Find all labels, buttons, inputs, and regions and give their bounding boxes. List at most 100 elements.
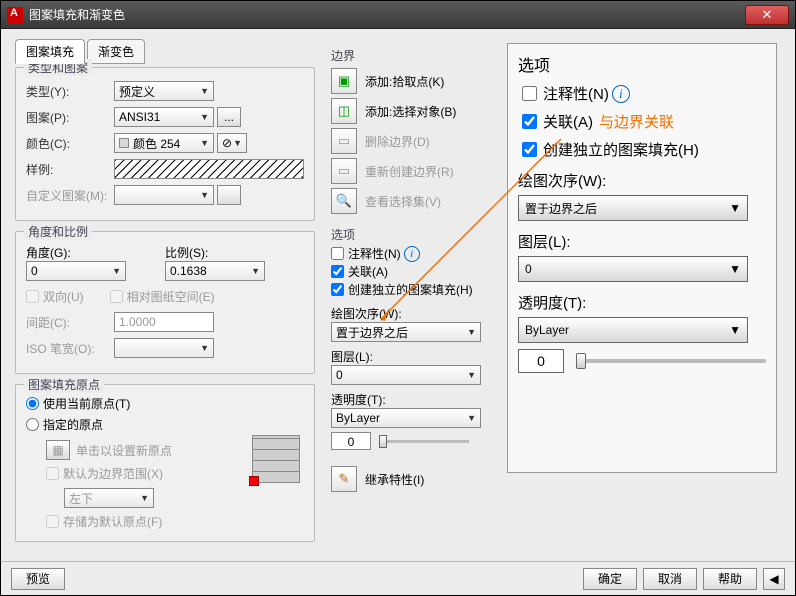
pick-point-icon: ▣ (331, 68, 357, 94)
magnifier-icon: 🔍 (331, 188, 357, 214)
check-double: 双向(U) (26, 288, 84, 305)
info-icon: i (612, 85, 630, 103)
label-angle: 角度(G): (26, 244, 165, 261)
label-draworder-sm: 绘图次序(W): (331, 305, 501, 322)
group-angle-scale: 角度和比例 角度(G): 0▼ 比例(S): 0.1638▼ 双向(U) 相对图… (15, 231, 315, 374)
big-check-separate[interactable]: 创建独立的图案填充(H) (518, 139, 766, 160)
check-separate-sm[interactable]: 创建独立的图案填充(H) (331, 281, 473, 298)
nocolor-icon: ⊘ (222, 136, 232, 150)
check-store-default: 存储为默认原点(F) (46, 513, 162, 530)
chevron-down-icon: ▼ (251, 266, 260, 276)
select-pattern[interactable]: ANSI31▼ (114, 107, 214, 127)
big-check-annotative[interactable]: 注释性(N)i (518, 83, 766, 104)
select-color[interactable]: 颜色 254▼ (114, 133, 214, 153)
btn-add-pick[interactable]: ▣添加:拾取点(K) (331, 68, 501, 94)
big-label-transparency: 透明度(T): (518, 292, 766, 313)
chevron-down-icon: ▼ (200, 112, 209, 122)
close-button[interactable]: ✕ (745, 5, 789, 25)
input-spacing: 1.0000 (114, 312, 214, 332)
select-angle[interactable]: 0▼ (26, 261, 126, 281)
app-icon (7, 7, 23, 23)
radio-use-current[interactable]: 使用当前原点(T) (26, 395, 130, 412)
chevron-down-icon: ▼ (467, 413, 476, 423)
big-check-associative[interactable]: 关联(A)与边界关联 (518, 111, 766, 132)
options-callout-panel: 选项 注释性(N)i 关联(A)与边界关联 创建独立的图案填充(H) 绘图次序(… (507, 43, 777, 473)
label-click-set: 单击以设置新原点 (76, 442, 172, 459)
preview-button[interactable]: 预览 (11, 568, 65, 590)
pattern-sample[interactable] (114, 159, 304, 179)
client-area: 图案填充 渐变色 类型和图案 类型(Y): 预定义▼ 图案(P): ANSI31… (1, 29, 795, 595)
bottom-bar: 预览 确定 取消 帮助 ◀ (1, 561, 795, 595)
big-select-draworder[interactable]: 置于边界之后▼ (518, 195, 748, 221)
select-custom-pattern: ▼ (114, 185, 214, 205)
select-scale[interactable]: 0.1638▼ (165, 261, 265, 281)
chevron-down-icon: ▼ (467, 370, 476, 380)
select-isowidth: ▼ (114, 338, 214, 358)
tab-hatch[interactable]: 图案填充 (15, 39, 85, 64)
info-icon: i (404, 246, 420, 262)
big-slider-transparency[interactable]: 0 (518, 349, 766, 373)
big-label-draworder: 绘图次序(W): (518, 170, 766, 191)
chevron-down-icon: ▼ (729, 262, 741, 276)
middle-column: 边界 ▣添加:拾取点(K) ◫添加:选择对象(B) ▭删除边界(D) ▭重新创建… (331, 43, 501, 555)
cancel-button[interactable]: 取消 (643, 568, 697, 590)
legend-options-small: 选项 (331, 226, 501, 243)
chevron-down-icon: ▼ (200, 86, 209, 96)
radio-specified[interactable]: 指定的原点 (26, 416, 103, 433)
select-origin-pos: 左下▼ (64, 488, 154, 508)
select-layer-sm[interactable]: 0▼ (331, 365, 481, 385)
color-swatch-icon (119, 138, 129, 148)
btn-view-selection: 🔍查看选择集(V) (331, 188, 501, 214)
origin-preview (252, 435, 300, 483)
btn-add-select[interactable]: ◫添加:选择对象(B) (331, 98, 501, 124)
chevron-down-icon: ▼ (140, 493, 149, 503)
check-default-bound: 默认为边界范围(X) (46, 465, 163, 482)
tab-gradient[interactable]: 渐变色 (87, 39, 145, 64)
select-type[interactable]: 预定义▼ (114, 81, 214, 101)
custom-pattern-browse (217, 185, 241, 205)
label-type: 类型(Y): (26, 83, 114, 100)
chevron-down-icon: ▼ (200, 190, 209, 200)
ok-button[interactable]: 确定 (583, 568, 637, 590)
chevron-down-icon: ▼ (200, 138, 209, 148)
big-label-layer: 图层(L): (518, 231, 766, 252)
label-custom-pattern: 自定义图案(M): (26, 187, 114, 204)
legend-origin: 图案填充原点 (24, 376, 104, 393)
label-transparency-sm: 透明度(T): (331, 391, 501, 408)
big-select-layer[interactable]: 0▼ (518, 256, 748, 282)
pattern-browse-button[interactable]: ... (217, 107, 241, 127)
select-obj-icon: ◫ (331, 98, 357, 124)
window-title: 图案填充和渐变色 (29, 6, 745, 23)
titlebar: 图案填充和渐变色 ✕ (1, 1, 795, 29)
select-draworder-sm[interactable]: 置于边界之后▼ (331, 322, 481, 342)
label-scale: 比例(S): (165, 244, 304, 261)
btn-recreate-boundary: ▭重新创建边界(R) (331, 158, 501, 184)
group-origin: 图案填充原点 使用当前原点(T) 指定的原点 ▦单击以设置新原点 默认为边界范围… (15, 384, 315, 542)
legend-angle-scale: 角度和比例 (24, 223, 92, 240)
check-annotative-sm[interactable]: 注释性(N)i (331, 245, 420, 262)
label-isowidth: ISO 笔宽(O): (26, 340, 114, 357)
slider-transparency-sm[interactable]: 0 (331, 432, 501, 450)
check-associative-sm[interactable]: 关联(A) (331, 263, 388, 280)
legend-boundary: 边界 (331, 47, 501, 64)
pick-origin-icon: ▦ (46, 440, 70, 460)
select-bgcolor[interactable]: ⊘▼ (217, 133, 247, 153)
expand-button[interactable]: ◀ (763, 568, 785, 590)
big-options-title: 选项 (518, 52, 766, 76)
chevron-down-icon: ▼ (729, 323, 741, 337)
select-transparency-sm[interactable]: ByLayer▼ (331, 408, 481, 428)
inherit-icon: ✎ (331, 466, 357, 492)
group-type-pattern: 类型和图案 类型(Y): 预定义▼ 图案(P): ANSI31▼ ... 颜色(… (15, 67, 315, 221)
dialog-window: 图案填充和渐变色 ✕ 图案填充 渐变色 类型和图案 类型(Y): 预定义▼ 图案… (0, 0, 796, 596)
associative-annotation: 与边界关联 (599, 111, 674, 132)
label-spacing: 间距(C): (26, 314, 114, 331)
big-select-transparency[interactable]: ByLayer▼ (518, 317, 748, 343)
chevron-down-icon: ▼ (467, 327, 476, 337)
btn-remove-boundary: ▭删除边界(D) (331, 128, 501, 154)
left-column: 类型和图案 类型(Y): 预定义▼ 图案(P): ANSI31▼ ... 颜色(… (15, 67, 315, 555)
remove-icon: ▭ (331, 128, 357, 154)
recreate-icon: ▭ (331, 158, 357, 184)
help-button[interactable]: 帮助 (703, 568, 757, 590)
label-layer-sm: 图层(L): (331, 348, 501, 365)
btn-inherit[interactable]: ✎继承特性(I) (331, 466, 501, 492)
